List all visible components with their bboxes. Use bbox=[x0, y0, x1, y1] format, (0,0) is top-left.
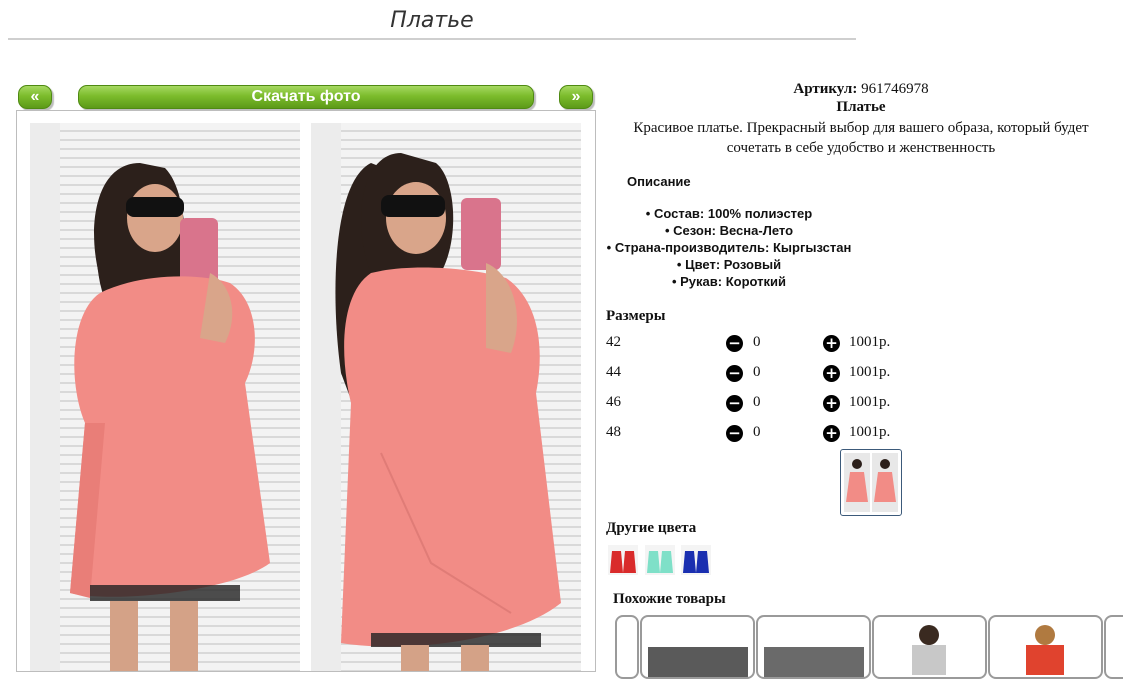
size-label: 44 bbox=[606, 364, 621, 380]
description-heading: Описание bbox=[627, 174, 691, 189]
article-value: 961746978 bbox=[861, 81, 929, 97]
other-colors-heading: Другие цвета bbox=[606, 520, 697, 536]
similar-product-card[interactable] bbox=[1104, 615, 1123, 679]
size-label: 42 bbox=[606, 334, 621, 350]
size-price: 1001р. bbox=[849, 394, 891, 410]
color-variant-blue[interactable] bbox=[681, 545, 711, 575]
similar-product-card[interactable] bbox=[615, 615, 639, 679]
size-price: 1001р. bbox=[849, 364, 891, 380]
similar-product-card[interactable] bbox=[756, 615, 871, 679]
similar-product-card[interactable] bbox=[988, 615, 1103, 679]
attribute-item: Цвет: Розовый bbox=[606, 256, 852, 273]
minus-icon[interactable]: − bbox=[726, 395, 743, 412]
attribute-list: Состав: 100% полиэстер Сезон: Весна-Лето… bbox=[606, 205, 852, 290]
product-description: Красивое платье. Прекрасный выбор для ва… bbox=[633, 120, 1089, 156]
size-label: 48 bbox=[606, 424, 621, 440]
attribute-item: Страна-производитель: Кыргызстан bbox=[606, 239, 852, 256]
size-row: 46 − 0 + 1001р. bbox=[606, 394, 926, 414]
product-name: Платье bbox=[836, 99, 886, 115]
attribute-item: Рукав: Короткий bbox=[606, 273, 852, 290]
article-label: Артикул: bbox=[793, 81, 858, 97]
color-variant-mint[interactable] bbox=[645, 545, 675, 575]
size-row: 42 − 0 + 1001р. bbox=[606, 334, 926, 354]
page-title: Платье bbox=[8, 8, 856, 40]
attribute-item: Состав: 100% полиэстер bbox=[606, 205, 852, 222]
photo-right-view bbox=[311, 123, 581, 671]
similar-product-card[interactable] bbox=[640, 615, 755, 679]
download-photo-button[interactable]: Скачать фото bbox=[78, 85, 534, 109]
attribute-item: Сезон: Весна-Лето bbox=[606, 222, 852, 239]
size-row: 48 − 0 + 1001р. bbox=[606, 424, 926, 444]
similar-product-card[interactable] bbox=[872, 615, 987, 679]
prev-photo-button[interactable]: « bbox=[18, 85, 52, 109]
plus-icon[interactable]: + bbox=[823, 425, 840, 442]
size-quantity: 0 bbox=[753, 394, 761, 410]
minus-icon[interactable]: − bbox=[726, 335, 743, 352]
size-quantity: 0 bbox=[753, 364, 761, 380]
plus-icon[interactable]: + bbox=[823, 395, 840, 412]
photo-left-view bbox=[30, 123, 300, 671]
plus-icon[interactable]: + bbox=[823, 365, 840, 382]
plus-icon[interactable]: + bbox=[823, 335, 840, 352]
size-row: 44 − 0 + 1001р. bbox=[606, 364, 926, 384]
color-variant-red[interactable] bbox=[608, 545, 638, 575]
product-info: Артикул: 961746978 Платье Красивое плать… bbox=[606, 80, 1116, 158]
size-price: 1001р. bbox=[849, 334, 891, 350]
size-price: 1001р. bbox=[849, 424, 891, 440]
size-quantity: 0 bbox=[753, 424, 761, 440]
selected-photo-thumbnail[interactable] bbox=[840, 449, 902, 516]
sizes-heading: Размеры bbox=[606, 308, 666, 324]
article-line: Артикул: 961746978 bbox=[606, 81, 1116, 98]
size-label: 46 bbox=[606, 394, 621, 410]
similar-products-heading: Похожие товары bbox=[613, 591, 726, 607]
product-photo bbox=[16, 110, 596, 672]
size-quantity: 0 bbox=[753, 334, 761, 350]
next-photo-button[interactable]: » bbox=[559, 85, 593, 109]
minus-icon[interactable]: − bbox=[726, 425, 743, 442]
minus-icon[interactable]: − bbox=[726, 365, 743, 382]
